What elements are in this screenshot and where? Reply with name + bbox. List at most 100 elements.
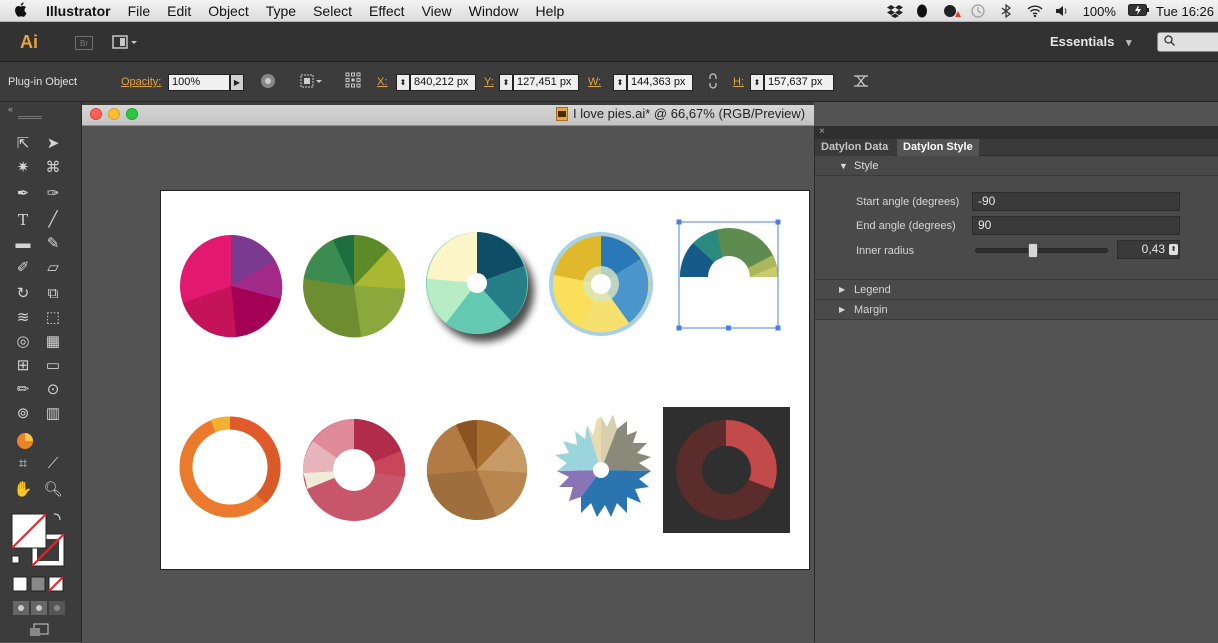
mesh-tool-icon[interactable]: ⊞: [12, 356, 34, 376]
semicircle-donut-chart[interactable]: [679, 228, 779, 277]
eyedropper-tool-icon[interactable]: ✏: [12, 380, 34, 400]
shape-builder-tool-icon[interactable]: ◎: [12, 332, 34, 352]
start-angle-field[interactable]: -90: [972, 192, 1180, 211]
arrange-documents-button[interactable]: [111, 34, 141, 52]
panel-close-icon[interactable]: ×: [815, 126, 1218, 139]
canvas-area[interactable]: [82, 126, 814, 642]
menu-window[interactable]: Window: [469, 3, 519, 19]
zoom-window-button[interactable]: [126, 108, 138, 120]
x-label[interactable]: X:: [377, 76, 387, 88]
tab-datylon-style[interactable]: Datylon Style: [897, 139, 979, 156]
inner-radius-stepper[interactable]: ⬍: [1169, 244, 1178, 255]
wifi-icon[interactable]: [1027, 4, 1043, 18]
toolbar-grip[interactable]: [18, 116, 42, 119]
legend-section-header[interactable]: ▶ Legend: [815, 280, 1218, 300]
perspective-grid-tool-icon[interactable]: ▦: [42, 332, 64, 352]
direct-selection-tool-icon[interactable]: ➤: [42, 134, 64, 154]
battery-icon[interactable]: [1127, 4, 1149, 18]
w-label[interactable]: W:: [588, 76, 601, 88]
w-field[interactable]: 144,363 px: [627, 74, 693, 91]
x-stepper[interactable]: ⬍: [396, 74, 410, 91]
menu-select[interactable]: Select: [313, 3, 352, 19]
pie-chart-4[interactable]: [549, 232, 653, 336]
pie-chart-3[interactable]: [426, 232, 528, 334]
textured-pie-chart[interactable]: [426, 420, 528, 520]
menu-view[interactable]: View: [422, 3, 452, 19]
spiky-radial-chart[interactable]: [555, 415, 651, 517]
dropbox-icon[interactable]: [886, 4, 903, 18]
opacity-label[interactable]: Opacity:: [121, 76, 161, 88]
dark-donut-chart[interactable]: [663, 407, 790, 533]
menu-help[interactable]: Help: [535, 3, 564, 19]
h-field[interactable]: 157,637 px: [764, 74, 834, 91]
slice-tool-icon[interactable]: ⟋: [42, 454, 64, 474]
opacity-dropdown-arrow[interactable]: ▶: [230, 74, 244, 91]
opacity-field[interactable]: 100%: [168, 74, 230, 91]
eraser-tool-icon[interactable]: ▱: [42, 258, 64, 278]
bridge-button[interactable]: Br: [75, 36, 93, 50]
h-label[interactable]: H:: [733, 76, 744, 88]
clock[interactable]: Tue 16:26: [1156, 4, 1214, 19]
zoom-tool-icon[interactable]: 🔍︎: [42, 480, 64, 500]
paintbrush-tool-icon[interactable]: ✎: [42, 234, 64, 254]
donut-chart-red[interactable]: [302, 419, 406, 521]
margin-section-header[interactable]: ▶ Margin: [815, 300, 1218, 320]
apple-menu-icon[interactable]: [14, 1, 34, 20]
color-mode-buttons[interactable]: [12, 576, 70, 592]
transform-options-icon[interactable]: [852, 73, 870, 92]
workspace-switcher[interactable]: Essentials ▾: [1050, 34, 1131, 49]
minimize-window-button[interactable]: [108, 108, 120, 120]
pencil-tool-icon[interactable]: ✐: [12, 258, 34, 278]
scale-tool-icon[interactable]: ⧉: [42, 284, 64, 304]
magic-wand-tool-icon[interactable]: ✷: [12, 158, 34, 178]
rotate-tool-icon[interactable]: ↻: [12, 284, 34, 304]
artboard[interactable]: [160, 190, 810, 570]
collapse-toolbar-icon[interactable]: «: [8, 104, 13, 114]
type-tool-icon[interactable]: T: [12, 210, 34, 230]
time-machine-icon[interactable]: [971, 4, 987, 18]
h-stepper[interactable]: ⬍: [750, 74, 764, 91]
column-graph-tool-icon[interactable]: ▥: [42, 404, 64, 424]
datylon-pie-tool-icon[interactable]: [16, 432, 34, 450]
menu-app-name[interactable]: Illustrator: [46, 3, 111, 19]
menu-edit[interactable]: Edit: [167, 3, 191, 19]
end-angle-field[interactable]: 90: [972, 216, 1180, 235]
free-transform-tool-icon[interactable]: ⬚: [42, 308, 64, 328]
w-stepper[interactable]: ⬍: [613, 74, 627, 91]
y-label[interactable]: Y:: [484, 76, 494, 88]
reference-point-icon[interactable]: [345, 72, 361, 91]
inner-radius-slider-thumb[interactable]: [1028, 243, 1039, 258]
menu-effect[interactable]: Effect: [369, 3, 405, 19]
close-window-button[interactable]: [90, 108, 102, 120]
constrain-proportions-icon[interactable]: [706, 73, 720, 92]
align-selection-icon[interactable]: [300, 73, 324, 92]
curvature-tool-icon[interactable]: ✑: [42, 184, 64, 204]
y-stepper[interactable]: ⬍: [499, 74, 513, 91]
style-section-header[interactable]: ▼ Style: [815, 156, 1218, 176]
x-field[interactable]: 840,212 px: [410, 74, 476, 91]
menu-type[interactable]: Type: [266, 3, 296, 19]
volume-icon[interactable]: [1055, 4, 1071, 18]
menu-object[interactable]: Object: [208, 3, 248, 19]
y-field[interactable]: 127,451 px: [513, 74, 579, 91]
pie-chart-2[interactable]: [303, 235, 406, 338]
screen-mode-icon[interactable]: [28, 622, 52, 638]
menu-file[interactable]: File: [128, 3, 151, 19]
evernote-icon[interactable]: [915, 4, 931, 18]
bluetooth-icon[interactable]: [999, 3, 1015, 19]
donut-chart-orange[interactable]: [179, 416, 281, 518]
blend-tool-icon[interactable]: ⊙: [42, 380, 64, 400]
tab-datylon-data[interactable]: Datylon Data: [815, 139, 895, 156]
gradient-tool-icon[interactable]: ▭: [42, 356, 64, 376]
sync-alert-icon[interactable]: [943, 4, 961, 18]
inner-radius-slider-track[interactable]: [975, 243, 1108, 258]
selection-tool-icon[interactable]: ⇱: [12, 134, 34, 154]
line-tool-icon[interactable]: ╱: [42, 210, 64, 230]
artboard-tool-icon[interactable]: ⌗: [12, 454, 34, 474]
recolor-artwork-icon[interactable]: [260, 73, 276, 92]
width-tool-icon[interactable]: ≋: [12, 308, 34, 328]
rectangle-tool-icon[interactable]: ▬: [12, 234, 34, 254]
drawing-mode-buttons[interactable]: [12, 600, 70, 616]
fill-stroke-swatches[interactable]: [10, 510, 68, 570]
pen-tool-icon[interactable]: ✒: [12, 184, 34, 204]
